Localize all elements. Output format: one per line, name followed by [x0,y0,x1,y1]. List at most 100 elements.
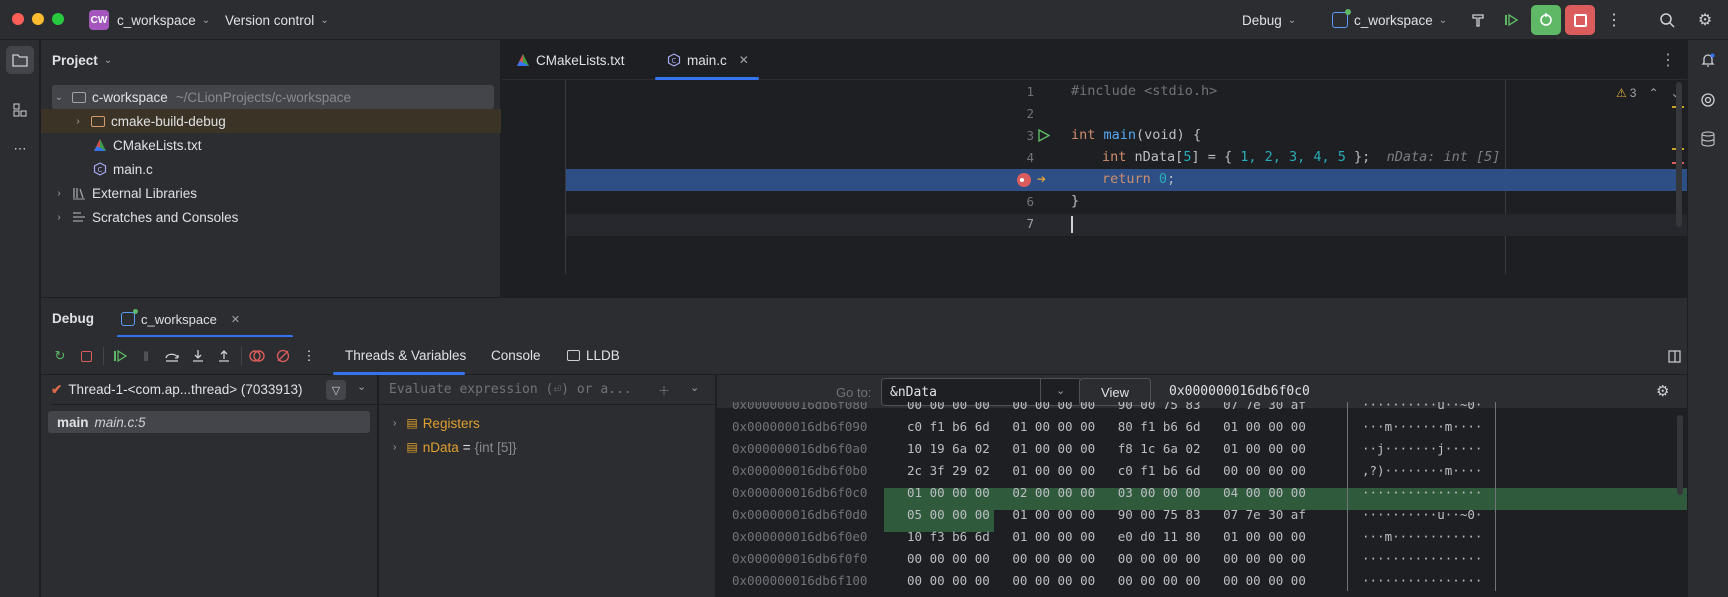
memory-rows[interactable]: 0x000000016db6f080 00 00 00 00 00 00 00 0… [717,402,1687,597]
code-text: ; [1167,171,1176,187]
stop-icon[interactable] [77,347,95,365]
tab-main-c[interactable]: C main.c ✕ [653,40,763,80]
memory-column-separator [1495,569,1496,591]
resume-program-icon[interactable] [111,347,129,365]
project-folder-icon[interactable] [6,46,34,74]
tab-options-icon[interactable]: ⋮ [1660,50,1676,70]
code-line-6[interactable]: 6 } [502,191,1687,213]
memory-row[interactable]: 0x000000016db6f0b0 2c 3f 29 02 01 00 00 0… [717,459,1687,481]
evaluate-input[interactable]: Evaluate expression (⏎) or a... [389,382,632,397]
close-session-icon[interactable]: ✕ [231,313,240,326]
chevron-down-icon[interactable]: ⌄ [1056,384,1065,397]
tree-item-cmakelists[interactable]: CMakeLists.txt [41,133,501,157]
thread-check-icon: ✔ [51,381,63,397]
expand-arrow-icon[interactable]: ⌄ [52,92,66,103]
expand-arrow-icon[interactable]: › [52,212,66,223]
minimize-window-button[interactable] [32,13,44,25]
previous-highlight-icon[interactable]: ⌃ [1648,86,1658,100]
rerun-debug-icon[interactable] [1531,5,1561,35]
tree-item-scratches[interactable]: › Scratches and Consoles [41,205,501,229]
debug-session-tab[interactable]: c_workspace ✕ [121,309,240,329]
tab-threads-variables[interactable]: Threads & Variables [345,337,466,374]
run-configuration-selector[interactable]: Debug ⌄ [1234,6,1304,34]
thread-selector[interactable]: ✔ Thread-1-<com.ap...thread> (7033913) ▽… [51,375,378,405]
filter-icon[interactable]: ▽ [326,380,346,400]
code-text: ] = { [1191,149,1241,165]
breakpoint-icon[interactable] [1017,173,1031,187]
expand-arrow-icon[interactable]: › [393,442,396,453]
project-switcher[interactable]: CW c_workspace ⌄ [81,6,218,34]
svg-text:C: C [98,166,103,174]
tab-label: main.c [687,52,727,68]
memory-row[interactable]: 0x000000016db6f090 c0 f1 b6 6d 01 00 00 0… [717,415,1687,437]
tree-item-cmake-build-debug[interactable]: › cmake-build-debug [41,109,501,133]
memory-hex: 00 00 00 00 00 00 00 00 00 00 00 00 00 0… [907,573,1306,588]
evaluate-expression-bar[interactable]: Evaluate expression (⏎) or a... ＋ ⌄ [379,375,716,405]
zoom-window-button[interactable] [52,13,64,25]
resume-program-icon[interactable] [1498,7,1524,33]
tree-item-main-c[interactable]: C main.c [41,157,501,181]
code-line-3[interactable]: 3 int main(void) { [502,125,1687,147]
memory-row[interactable]: 0x000000016db6f080 00 00 00 00 00 00 00 0… [717,402,1687,415]
inspection-widget[interactable]: ⚠ 3 ⌃ ⌄ [1616,86,1681,100]
memory-row[interactable]: 0x000000016db6f0e0 10 f3 b6 6d 01 00 00 0… [717,525,1687,547]
more-debug-actions-icon[interactable]: ⋮ [300,347,318,365]
memory-column-separator [1347,415,1348,437]
code-line-7[interactable]: 7 [502,213,1687,235]
chevron-down-icon[interactable]: ⌄ [690,381,699,394]
view-breakpoints-icon[interactable] [248,347,266,365]
structure-icon[interactable] [6,96,34,124]
memory-scrollbar[interactable] [1677,415,1683,495]
close-window-button[interactable] [12,13,24,25]
run-target-selector[interactable]: c_workspace ⌄ [1324,6,1455,34]
expand-arrow-icon[interactable]: › [71,116,85,127]
ai-assistant-icon[interactable] [1694,86,1722,114]
notifications-bell-icon[interactable] [1694,46,1722,74]
more-actions-icon[interactable]: ⋮ [1601,7,1627,33]
search-icon[interactable] [1654,7,1680,33]
pause-icon[interactable]: ‖ [137,347,155,365]
tree-item-root[interactable]: ⌄ c-workspace ~/CLionProjects/c-workspac… [52,85,494,109]
variable-row-registers[interactable]: › ▤ Registers [393,412,480,434]
tab-cmakelists[interactable]: CMakeLists.txt [502,40,639,80]
step-over-icon[interactable] [163,347,181,365]
cmake-file-icon [516,53,530,67]
step-out-icon[interactable] [215,347,233,365]
layout-settings-icon[interactable] [1665,347,1683,365]
build-hammer-icon[interactable] [1465,7,1491,33]
project-panel-header[interactable]: Project ⌄ [52,50,112,70]
memory-row[interactable]: 0x000000016db6f100 00 00 00 00 00 00 00 0… [717,569,1687,591]
database-icon[interactable] [1694,125,1722,153]
memory-row[interactable]: 0x000000016db6f0a0 10 19 6a 02 01 00 00 0… [717,437,1687,459]
frame-row-selected[interactable]: main main.c:5 [48,411,370,433]
chevron-down-icon[interactable]: ⌄ [357,380,366,393]
code-line-2[interactable]: 2 [502,103,1687,125]
rerun-icon[interactable]: ↻ [51,347,69,365]
memory-row[interactable]: 0x000000016db6f0c0 01 00 00 00 02 00 00 0… [717,481,1687,503]
stop-icon[interactable] [1565,5,1595,35]
expand-arrow-icon[interactable]: › [52,188,66,199]
step-into-icon[interactable] [189,347,207,365]
tab-console[interactable]: Console [491,337,541,374]
run-gutter-icon[interactable] [1037,128,1051,146]
code-line-1[interactable]: 1 #include <stdio.h> [502,81,1687,103]
editor-scrollbar[interactable] [1676,82,1682,227]
version-control-menu[interactable]: Version control ⌄ [217,6,337,34]
add-watch-icon[interactable]: ＋ [658,382,670,399]
line-number: 3 [1026,128,1034,143]
variable-row-ndata[interactable]: › ▤ nData = {int [5]} [393,436,517,458]
close-tab-icon[interactable]: ✕ [739,53,749,67]
expand-arrow-icon[interactable]: › [393,418,396,429]
chevron-down-icon: ⌄ [320,14,329,26]
mute-breakpoints-icon[interactable] [274,347,292,365]
tree-item-external-libraries[interactable]: › External Libraries [41,181,501,205]
settings-gear-icon[interactable]: ⚙ [1692,7,1718,33]
variables-panel: Evaluate expression (⏎) or a... ＋ ⌄ › ▤ … [379,375,716,597]
tab-lldb[interactable]: LLDB [567,337,620,374]
more-tools-icon[interactable]: ⋯ [6,135,34,163]
code-line-4[interactable]: 4 int nData[5] = { 1, 2, 3, 4, 5 }; nDat… [502,147,1687,169]
memory-settings-gear-icon[interactable]: ⚙ [1656,382,1669,400]
memory-row[interactable]: 0x000000016db6f0d0 05 00 00 00 01 00 00 0… [717,503,1687,525]
code-line-5[interactable]: ➔ return 0; [502,169,1687,191]
memory-row[interactable]: 0x000000016db6f0f0 00 00 00 00 00 00 00 0… [717,547,1687,569]
